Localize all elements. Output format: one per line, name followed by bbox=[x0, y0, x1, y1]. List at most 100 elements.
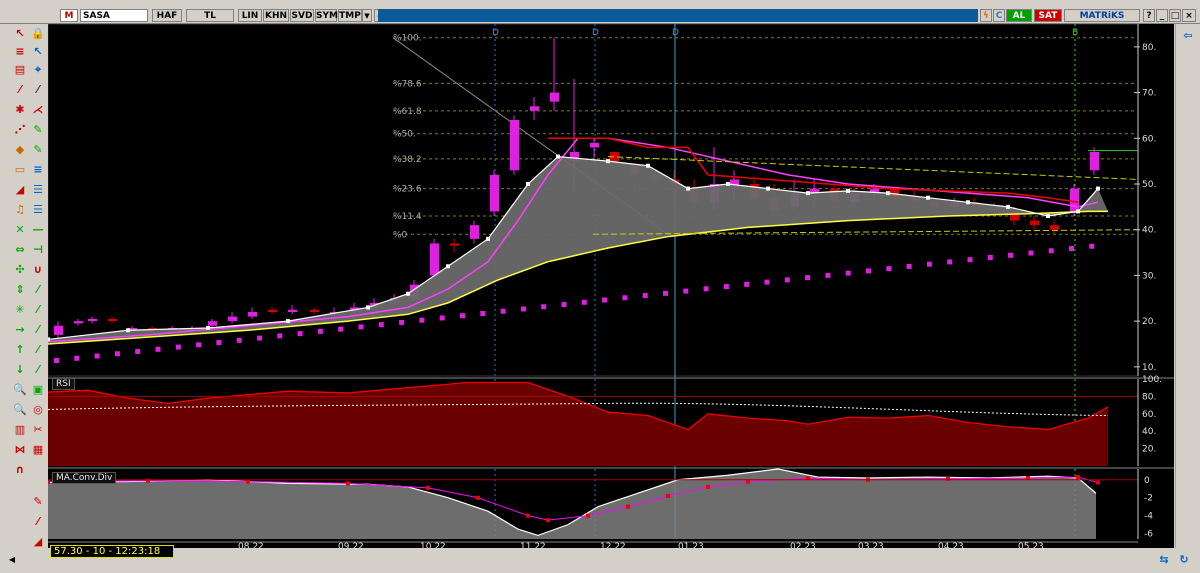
candle-body bbox=[268, 309, 277, 312]
sar-dot bbox=[561, 302, 567, 307]
sell-button[interactable]: SAT bbox=[1034, 9, 1062, 22]
svd-button[interactable]: SVD bbox=[290, 9, 314, 22]
arrow-down-icon[interactable]: ↓ bbox=[12, 362, 28, 378]
help-icon[interactable]: ? bbox=[1143, 9, 1155, 22]
zigzag-icon[interactable]: ⋈ bbox=[12, 442, 28, 458]
tl-button[interactable]: TL bbox=[186, 9, 234, 22]
khn-button[interactable]: KHN bbox=[263, 9, 289, 22]
target-icon[interactable]: ◎ bbox=[30, 402, 46, 418]
sar-dot bbox=[541, 304, 547, 310]
line4-icon[interactable]: ⁄ bbox=[30, 362, 46, 378]
sar-dot bbox=[1089, 243, 1095, 249]
scroll-icon[interactable]: ⇆ bbox=[1156, 552, 1172, 568]
ma-marker bbox=[286, 319, 290, 324]
channel-icon[interactable]: ⋰ bbox=[12, 122, 28, 138]
minimize-icon[interactable]: _ bbox=[1156, 9, 1168, 22]
macd-axis-label: -4 bbox=[1144, 512, 1153, 522]
ma-marker bbox=[126, 328, 130, 333]
list-icon[interactable]: ☰ bbox=[30, 182, 46, 198]
symbol-field[interactable]: SASA bbox=[80, 9, 148, 22]
buy-button[interactable]: AL bbox=[1006, 9, 1032, 22]
asterisk-icon[interactable]: ✳ bbox=[12, 302, 28, 318]
chart-canvas[interactable]: 80. 70. 60. 50. 40. 30. 20. 10. %100. %78.6 %61.8%… bbox=[46, 23, 1174, 552]
maximize-icon[interactable]: □ bbox=[1169, 9, 1181, 22]
minus-icon[interactable]: — bbox=[30, 222, 46, 238]
sar-dot bbox=[155, 346, 161, 352]
zoom-in-icon[interactable]: 🔍 bbox=[12, 382, 28, 398]
sar-dot bbox=[399, 319, 405, 325]
highlight-icon[interactable]: ✎ bbox=[30, 142, 46, 158]
scroll-left-icon[interactable]: ◀ bbox=[4, 552, 20, 568]
draw-icon[interactable]: ⁄ bbox=[30, 82, 46, 98]
expand-v-icon[interactable]: ⇕ bbox=[12, 282, 28, 298]
crosshair-icon[interactable]: ⌖ bbox=[30, 62, 46, 78]
trend-icon[interactable]: ⁄ bbox=[12, 82, 28, 98]
line-icon[interactable]: ≡ bbox=[12, 44, 28, 60]
sar-dot bbox=[94, 353, 100, 359]
price-axis-label: 80. bbox=[1142, 43, 1156, 53]
lin-button[interactable]: LIN bbox=[238, 9, 262, 22]
arrow-right-icon[interactable]: → bbox=[12, 322, 28, 338]
refresh-icon[interactable]: C bbox=[993, 9, 1005, 22]
macd-marker bbox=[626, 504, 630, 509]
slash-icon[interactable]: ⁄ bbox=[30, 302, 46, 318]
sar-dot bbox=[520, 306, 526, 312]
note-icon[interactable]: ▭ bbox=[12, 162, 28, 178]
ma-marker bbox=[686, 186, 690, 191]
macd-panel: 0-2-4-608.22 09.22 10.22 11.22 12.22 01.23 02.… bbox=[46, 467, 1174, 552]
cursor-icon[interactable]: ↖ bbox=[12, 26, 28, 42]
sar-dot bbox=[460, 313, 465, 319]
signal-label: B bbox=[1072, 28, 1078, 38]
expand-icon[interactable]: ✣ bbox=[12, 262, 28, 278]
candle-body bbox=[590, 142, 599, 148]
sar-dot bbox=[480, 310, 486, 316]
marker-icon[interactable]: ◢ bbox=[12, 182, 28, 198]
cross-icon[interactable]: ✕ bbox=[12, 222, 28, 238]
expand-h-icon[interactable]: ⇔ bbox=[12, 242, 28, 258]
bell-icon[interactable]: ♫ bbox=[12, 202, 28, 218]
select-icon[interactable]: ▣ bbox=[30, 382, 46, 398]
magnet-icon[interactable]: ∪ bbox=[30, 262, 46, 278]
horseshoe-icon[interactable]: ∩ bbox=[12, 462, 28, 478]
candle-body bbox=[288, 309, 297, 312]
haf-button[interactable]: HAF bbox=[152, 9, 182, 22]
bars-icon[interactable]: ☰ bbox=[30, 202, 46, 218]
zoom-out-icon[interactable]: 🔍 bbox=[12, 402, 28, 418]
fork-icon[interactable]: ⋌ bbox=[30, 102, 46, 118]
arrow-up-icon[interactable]: ↑ bbox=[12, 342, 28, 358]
refresh-arrows-icon[interactable]: ↻ bbox=[1176, 552, 1192, 568]
sar-dot bbox=[236, 337, 242, 343]
fib-label: %78.6 bbox=[393, 79, 422, 89]
lightning-icon[interactable]: ϟ bbox=[980, 9, 992, 22]
back-arrow-icon[interactable]: ⇦ bbox=[1180, 28, 1196, 44]
dropdown-icon[interactable]: ▼ bbox=[362, 9, 372, 22]
grid-icon[interactable]: ▤ bbox=[12, 62, 28, 78]
lock-icon[interactable]: 🔒 bbox=[30, 26, 46, 42]
ruler-icon[interactable]: ⁄ bbox=[30, 282, 46, 298]
shape-icon[interactable]: ◆ bbox=[12, 142, 28, 158]
sym-button[interactable]: SYM bbox=[315, 9, 338, 22]
matriks-window: M SASA HAF TL LIN KHN SVD SYM TMP ▼ ✦ ϟ … bbox=[0, 0, 1200, 573]
macd-panel-title[interactable]: MA.Conv.Div bbox=[52, 472, 117, 484]
fib-icon[interactable]: ✱ bbox=[12, 102, 28, 118]
arrow-icon[interactable]: ↖ bbox=[30, 44, 46, 60]
candle-body bbox=[88, 318, 97, 322]
rsi-panel-title[interactable]: RSI bbox=[52, 378, 75, 390]
pen-icon[interactable]: ✎ bbox=[30, 494, 46, 510]
macd-marker bbox=[1076, 475, 1080, 480]
scissors-icon[interactable]: ✂ bbox=[30, 422, 46, 438]
tmp-button[interactable]: TMP bbox=[338, 9, 362, 22]
text-icon[interactable]: ≡ bbox=[30, 162, 46, 178]
close-icon[interactable]: × bbox=[1182, 9, 1196, 22]
line2-icon[interactable]: ⁄ bbox=[30, 322, 46, 338]
line3-icon[interactable]: ⁄ bbox=[30, 342, 46, 358]
fib-label: %61.8 bbox=[393, 107, 422, 117]
sar-dot bbox=[967, 257, 973, 263]
stretch-icon[interactable]: ⊣ bbox=[30, 242, 46, 258]
brush-icon[interactable]: ⁄ bbox=[30, 514, 46, 530]
chart-icon[interactable]: ▥ bbox=[12, 422, 28, 438]
pattern-icon[interactable]: ▦ bbox=[30, 442, 46, 458]
pencil-icon[interactable]: ✎ bbox=[30, 122, 46, 138]
sar-dot bbox=[277, 333, 283, 339]
candle-body bbox=[208, 321, 217, 326]
